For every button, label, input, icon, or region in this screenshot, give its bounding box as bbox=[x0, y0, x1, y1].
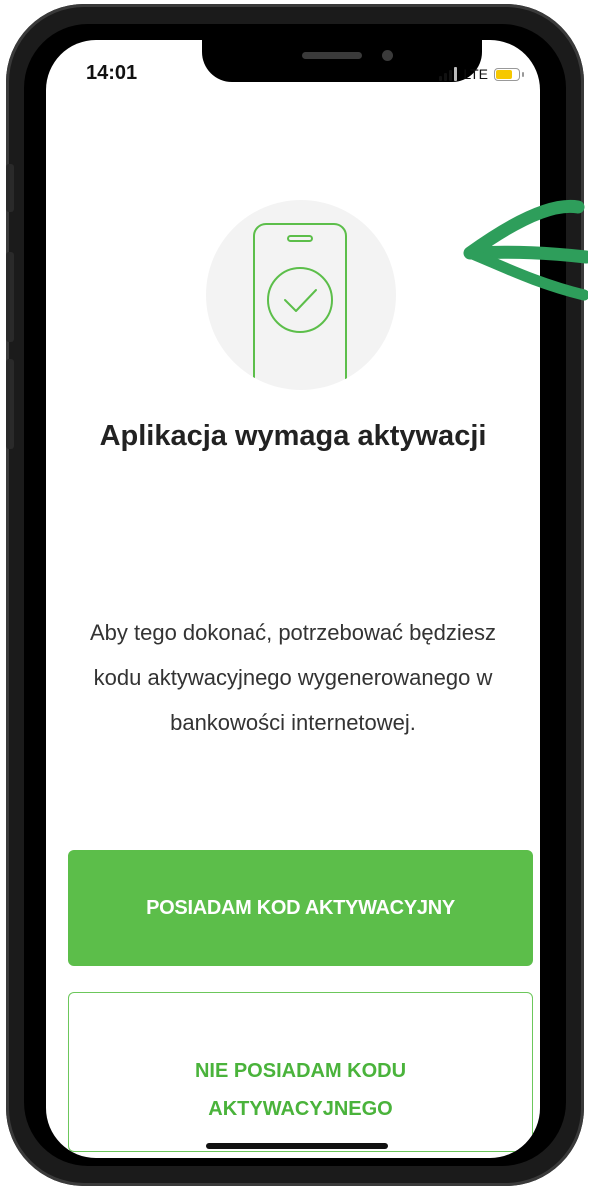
battery-icon bbox=[494, 67, 524, 81]
signal-icon bbox=[439, 67, 458, 81]
annotation-arrow-icon bbox=[463, 199, 588, 301]
status-indicators: LTE bbox=[439, 66, 524, 82]
side-button-volume-up bbox=[6, 252, 14, 342]
side-button-mute bbox=[6, 164, 14, 212]
network-label: LTE bbox=[463, 66, 488, 82]
no-activation-code-button[interactable]: NIE POSIADAM KODU AKTYWACYJNEGO bbox=[68, 992, 533, 1152]
page-title: Aplikacja wymaga aktywacji bbox=[99, 420, 487, 452]
phone-check-icon bbox=[253, 223, 347, 390]
speaker-grille bbox=[302, 52, 362, 59]
activation-illustration bbox=[206, 200, 396, 390]
status-time: 14:01 bbox=[86, 62, 138, 84]
have-activation-code-button[interactable]: POSIADAM KOD AKTYWACYJNY bbox=[68, 850, 533, 966]
home-indicator[interactable] bbox=[206, 1143, 388, 1149]
battery-level bbox=[496, 69, 512, 79]
activation-description: Aby tego dokonać, potrzebować będziesz k… bbox=[89, 620, 497, 735]
camera-icon bbox=[382, 50, 393, 61]
side-button-volume-down bbox=[6, 359, 14, 449]
